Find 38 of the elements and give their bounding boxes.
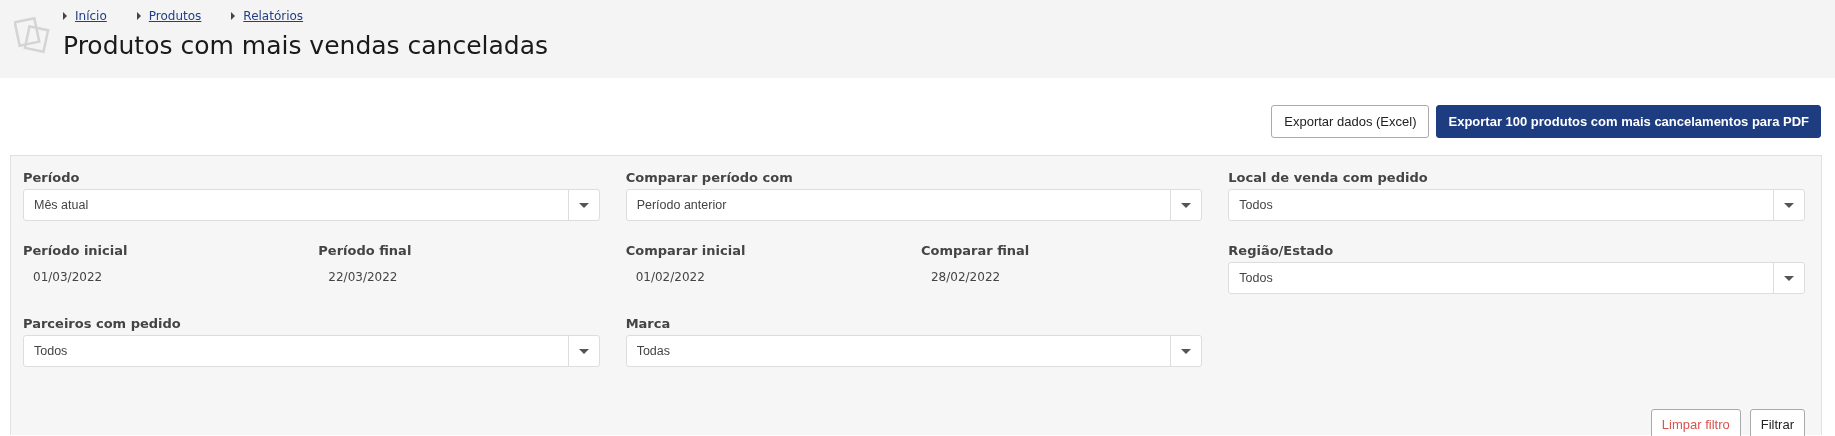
field-label: Período inicial [23, 243, 129, 260]
field-label: Período final [318, 243, 413, 260]
page-title: Produtos com mais vendas canceladas [63, 31, 549, 60]
export-button[interactable]: Exportar dados (Excel) [1271, 105, 1430, 138]
select-field[interactable]: Período anterior [625, 189, 1203, 221]
field-label: Região/Estado [1228, 243, 1335, 260]
select-field[interactable]: Mês atual [23, 189, 600, 221]
field-label: Comparar final [921, 243, 1031, 260]
caret-down-icon [578, 202, 589, 208]
field-label: Marca [625, 316, 672, 333]
caret-down-icon [1181, 348, 1192, 354]
field-label: Comparar inicial [625, 243, 747, 260]
date-value: 01/02/2022 [634, 269, 706, 284]
field-label: Período [23, 170, 81, 187]
breadcrumb-link[interactable]: Início [75, 9, 107, 23]
select-field[interactable]: Todas [625, 335, 1203, 367]
select-field[interactable]: Todos [1228, 262, 1805, 294]
filter-button[interactable]: Filtrar [1749, 409, 1805, 436]
breadcrumb-link[interactable]: Relatórios [243, 9, 304, 23]
select-field[interactable]: Todos [1228, 189, 1805, 221]
field-label: Local de venda com pedido [1228, 170, 1429, 187]
field-label: Comparar período com [625, 170, 794, 187]
pages-icon [14, 16, 50, 54]
caret-down-icon [578, 348, 589, 354]
caret-down-icon [1784, 202, 1794, 208]
breadcrumb-link[interactable]: Produtos [148, 9, 202, 23]
date-value: 01/03/2022 [32, 269, 104, 284]
date-value: 22/03/2022 [327, 269, 399, 284]
caret-down-icon [1784, 275, 1794, 281]
clear-filter-button[interactable]: Limpar filtro [1650, 409, 1741, 436]
caret-icon [63, 12, 67, 20]
select-field[interactable]: Todos [23, 335, 600, 367]
date-value: 28/02/2022 [930, 269, 1002, 284]
export-button[interactable]: Exportar 100 produtos com mais cancelamentos para PDF [1436, 105, 1821, 138]
caret-down-icon [1181, 202, 1192, 208]
caret-icon [231, 12, 236, 20]
field-label: Parceiros com pedido [23, 316, 182, 333]
caret-icon [136, 12, 141, 20]
